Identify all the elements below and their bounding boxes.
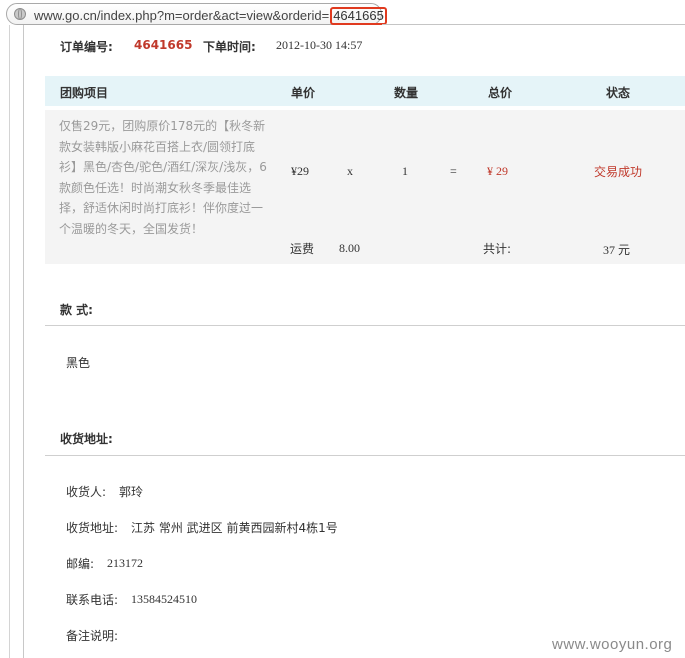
margin-line — [23, 25, 24, 658]
col-header-total: 总价 — [488, 86, 513, 100]
address-label: 收货地址: — [66, 521, 119, 535]
total-price: ¥ 29 — [487, 164, 508, 178]
url-text[interactable]: www.go.cn/index.php?m=order&act=view&ord… — [34, 7, 387, 25]
address-bar[interactable]: www.go.cn/index.php?m=order&act=view&ord… — [6, 3, 387, 25]
address-value: 江苏 常州 武进区 前黄西园新村4栋1号 — [131, 521, 338, 535]
recipient-name: 郭玲 — [119, 485, 144, 499]
margin-line — [9, 25, 10, 658]
style-section-title: 款 式: — [60, 303, 93, 317]
url-orderid-highlight: 4641665 — [330, 7, 387, 25]
quantity-value: 1 — [402, 164, 408, 178]
divider — [45, 325, 685, 326]
postcode-label: 邮编: — [66, 557, 95, 571]
col-header-item: 团购项目 — [60, 86, 109, 100]
sum-label: 共计: — [483, 242, 512, 256]
sum-value: 37 元 — [603, 243, 631, 257]
order-number-label: 订单编号: — [60, 40, 113, 54]
style-value: 黑色 — [66, 356, 91, 370]
shipping-label: 运费 — [290, 242, 315, 256]
globe-icon — [14, 8, 26, 20]
order-time: 2012-10-30 14:57 — [276, 38, 363, 52]
phone-value: 13584524510 — [131, 592, 197, 606]
remark-label: 备注说明: — [66, 629, 119, 643]
divider — [45, 455, 685, 456]
col-header-status: 状态 — [606, 86, 631, 100]
watermark: www.wooyun.org — [552, 636, 673, 653]
col-header-unit-price: 单价 — [291, 86, 316, 100]
unit-price: ¥29 — [291, 164, 309, 178]
status-badge: 交易成功 — [594, 165, 643, 179]
shipping-value: 8.00 — [339, 241, 360, 255]
recipient-label: 收货人: — [66, 485, 107, 499]
postcode-value: 213172 — [107, 556, 143, 570]
url-prefix: www.go.cn/index.php?m=order&act=view&ord… — [34, 8, 330, 23]
phone-label: 联系电话: — [66, 593, 119, 607]
toolbar-divider — [382, 24, 685, 25]
address-section-title: 收货地址: — [60, 432, 113, 446]
order-number: 4641665 — [134, 38, 193, 52]
order-time-label: 下单时间: — [203, 40, 256, 54]
col-header-quantity: 数量 — [394, 86, 419, 100]
item-description[interactable]: 仅售29元，团购原价178元的【秋冬新款女装韩版小麻花百搭上衣/圆领打底衫】黑色… — [59, 116, 271, 239]
equals-sign: = — [450, 164, 457, 178]
order-table-header: 团购项目 单价 数量 总价 状态 — [45, 76, 685, 106]
times-sign: x — [347, 164, 353, 178]
